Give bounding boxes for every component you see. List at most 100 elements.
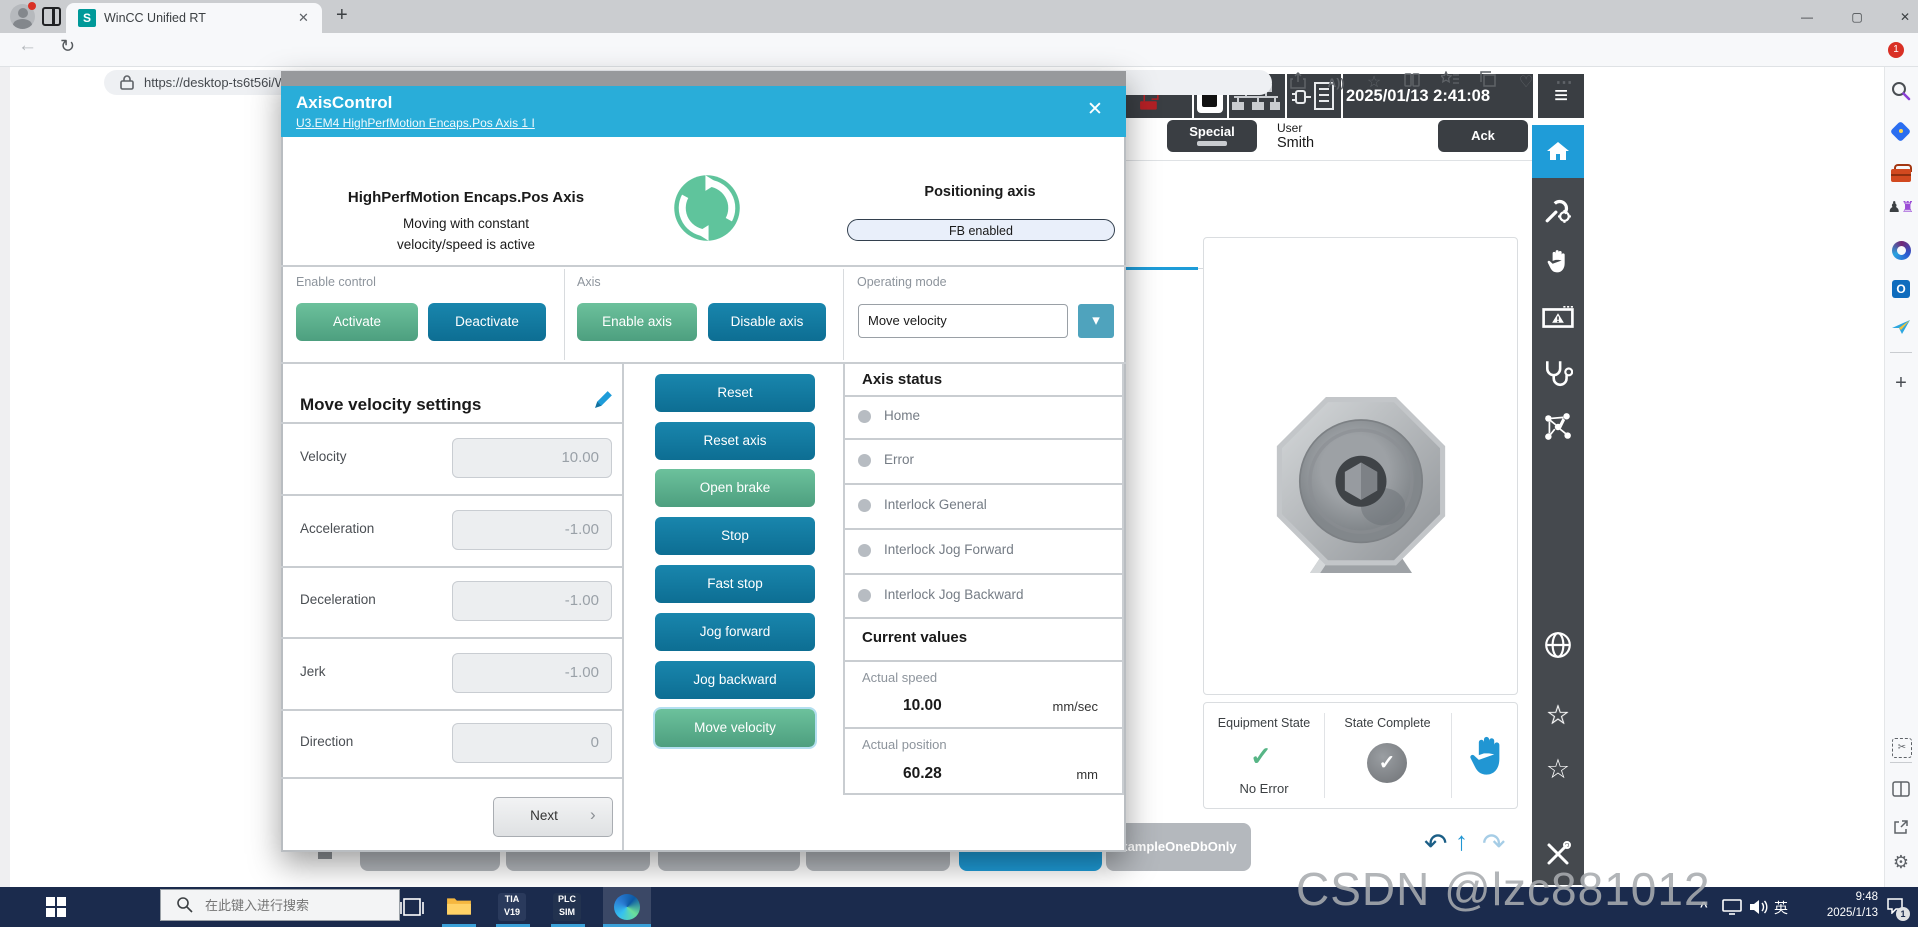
toolbox-icon[interactable] — [1887, 160, 1915, 188]
edge-logo-icon — [614, 894, 640, 920]
jerk-field[interactable]: -1.00 — [452, 653, 612, 693]
example-db-button[interactable]: xampleOneDbOnly — [1106, 823, 1251, 871]
up-arrow-icon[interactable]: ↑ — [1455, 826, 1468, 857]
status-dot — [858, 544, 871, 557]
chess-rook-glyph: ♜ — [1901, 199, 1915, 216]
split-window-icon[interactable] — [1887, 776, 1915, 804]
drop-paper-plane-icon[interactable] — [1887, 314, 1915, 342]
status-dot — [858, 454, 871, 467]
field-label: Jerk — [300, 664, 326, 679]
chevron-down-icon: ▾ — [1092, 312, 1100, 329]
taskbar-search-input[interactable] — [160, 889, 400, 921]
operating-mode-dropdown-button[interactable]: ▾ — [1078, 304, 1114, 338]
stop-button[interactable]: Stop — [655, 517, 815, 555]
sidebar-item-tools[interactable] — [1532, 196, 1584, 232]
browser-tab[interactable]: S WinCC Unified RT ✕ — [66, 3, 322, 33]
reset-button[interactable]: Reset — [655, 374, 815, 412]
back-icon[interactable]: ← — [18, 35, 37, 57]
collections-icon[interactable] — [1475, 71, 1501, 95]
sidebar-item-manual[interactable] — [1532, 248, 1584, 284]
shopping-tag-icon[interactable] — [1887, 120, 1915, 148]
close-icon[interactable]: ✕ — [1087, 98, 1103, 121]
actual-speed-unit: mm/sec — [1052, 699, 1099, 714]
velocity-field[interactable]: 10.00 — [452, 438, 612, 478]
direction-field[interactable]: 0 — [452, 723, 612, 763]
favorites-bar-icon[interactable] — [1437, 70, 1463, 95]
disable-axis-button[interactable]: Disable axis — [708, 303, 826, 341]
share-icon[interactable] — [1285, 71, 1311, 95]
active-tab-underline[interactable] — [1125, 267, 1198, 270]
deactivate-button[interactable]: Deactivate — [428, 303, 546, 341]
equipment-state-value: No Error — [1239, 781, 1289, 796]
task-view-icon[interactable] — [400, 895, 424, 924]
notification-badge: 1 — [1896, 907, 1910, 921]
open-brake-button[interactable]: Open brake — [655, 469, 815, 507]
sidebar-item-alarms[interactable] — [1532, 305, 1584, 341]
special-button[interactable]: Special — [1167, 120, 1257, 152]
tray-ime-indicator[interactable]: 英 — [1774, 898, 1788, 918]
more-menu-icon[interactable]: ⋯ — [1551, 71, 1577, 95]
window-close-button[interactable]: ✕ — [1888, 7, 1918, 27]
jog-forward-button[interactable]: Jog forward — [655, 613, 815, 651]
hand-icon — [1547, 250, 1565, 273]
refresh-icon[interactable]: ↻ — [60, 36, 75, 57]
sidebar-settings-icon[interactable]: ⚙ — [1887, 852, 1915, 880]
browser-essentials-icon[interactable]: ♡ — [1513, 71, 1539, 95]
sidebar-add-icon[interactable]: + — [1887, 372, 1915, 400]
open-external-icon[interactable] — [1887, 814, 1915, 842]
avatar-body — [13, 19, 32, 29]
split-screen-icon[interactable] — [1399, 71, 1425, 95]
window-minimize-button[interactable]: — — [1790, 7, 1824, 27]
activate-button[interactable]: Activate — [296, 303, 418, 341]
enable-axis-button[interactable]: Enable axis — [577, 303, 697, 341]
sidebar-item-network[interactable] — [1532, 412, 1584, 448]
outlook-icon[interactable]: O — [1887, 276, 1915, 304]
fast-stop-button[interactable]: Fast stop — [655, 565, 815, 603]
deceleration-field[interactable]: -1.00 — [452, 581, 612, 621]
sidebar-notification-badge: 1 — [1888, 42, 1904, 58]
sidebar-item-favorite-2[interactable]: ☆ — [1532, 752, 1584, 788]
redo-icon[interactable]: ↷ — [1482, 827, 1505, 860]
special-underline — [1197, 141, 1227, 146]
siemens-favicon: S — [78, 9, 96, 27]
actual-speed-label: Actual speed — [862, 670, 938, 685]
sidebar-search-icon[interactable] — [1887, 80, 1915, 108]
edge-app-highlight[interactable] — [603, 887, 651, 927]
tab-close-icon[interactable]: ✕ — [298, 10, 309, 26]
tray-clock-date[interactable]: 2025/1/13 — [1800, 907, 1878, 919]
file-explorer-icon[interactable] — [446, 895, 472, 922]
new-tab-button[interactable]: + — [336, 4, 348, 27]
undo-icon[interactable]: ↶ — [1424, 827, 1447, 860]
ack-button[interactable]: Ack — [1438, 120, 1528, 152]
jog-backward-button[interactable]: Jog backward — [655, 661, 815, 699]
tray-display-icon[interactable] — [1722, 899, 1742, 920]
manual-hand-icon[interactable] — [1466, 731, 1510, 783]
sidebar-item-web[interactable] — [1532, 630, 1584, 666]
plcsim-icon[interactable]: PLC SIM — [553, 893, 581, 921]
move-velocity-button[interactable]: Move velocity — [653, 707, 817, 749]
sidebar-item-diagnostics[interactable] — [1532, 358, 1584, 394]
window-maximize-button[interactable]: ▢ — [1840, 7, 1874, 27]
operating-mode-select[interactable]: Move velocity — [858, 304, 1068, 338]
games-chess-icon[interactable]: ♟♜ — [1887, 198, 1915, 226]
presence-dot-icon — [28, 2, 36, 10]
sidebar-item-favorite-1[interactable]: ☆ — [1532, 698, 1584, 734]
field-label: Velocity — [300, 449, 347, 464]
edit-pencil-icon[interactable] — [592, 388, 615, 411]
reset-axis-button[interactable]: Reset axis — [655, 422, 815, 460]
favorite-star-icon[interactable]: ☆ — [1361, 71, 1387, 95]
start-button[interactable] — [46, 897, 66, 917]
dialog-drag-bar[interactable] — [281, 71, 1126, 86]
next-button[interactable]: Next › — [493, 797, 613, 837]
screenshot-icon[interactable]: ✂ — [1887, 734, 1915, 762]
user-name[interactable]: Smith — [1277, 135, 1314, 151]
microsoft-365-icon[interactable] — [1887, 238, 1915, 266]
tia-portal-icon[interactable]: TIA V19 — [498, 893, 526, 921]
tray-clock-time[interactable]: 9:48 — [1800, 891, 1878, 903]
tray-volume-icon[interactable] — [1748, 899, 1768, 920]
acceleration-field[interactable]: -1.00 — [452, 510, 612, 550]
read-aloud-icon[interactable]: A)) — [1323, 71, 1349, 95]
workspaces-icon[interactable] — [42, 7, 61, 26]
sidebar-item-home[interactable] — [1532, 125, 1584, 178]
clipped-element — [318, 851, 332, 859]
